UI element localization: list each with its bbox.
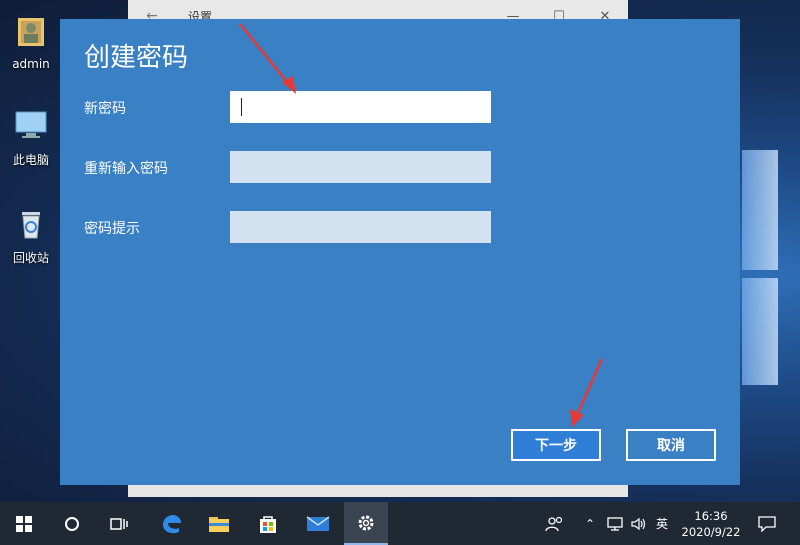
people-icon <box>545 516 563 531</box>
notification-icon <box>758 515 776 532</box>
annotation-arrow-icon <box>570 358 604 427</box>
settings-gear-icon <box>358 515 374 530</box>
desktop-icon-admin[interactable]: admin <box>0 12 62 71</box>
mail-taskbar-button[interactable] <box>296 502 340 545</box>
cancel-button[interactable]: 取消 <box>626 429 716 461</box>
people-button[interactable] <box>545 502 565 545</box>
confirm-password-row: 重新输入密码 <box>84 151 724 183</box>
desktop-icon-label: 回收站 <box>12 251 49 265</box>
store-taskbar-button[interactable] <box>246 502 290 545</box>
desktop-icon-label: admin <box>12 57 50 71</box>
notification-center-button[interactable] <box>758 502 776 545</box>
text-cursor <box>241 98 242 116</box>
settings-taskbar-button[interactable] <box>344 502 388 545</box>
new-password-label: 新密码 <box>84 101 126 117</box>
confirm-password-label: 重新输入密码 <box>84 161 168 177</box>
mail-icon <box>306 515 330 531</box>
speaker-icon <box>631 517 646 530</box>
system-clock[interactable]: 16:36 2020/9/22 <box>676 508 746 540</box>
clock-date: 2020/9/22 <box>681 525 741 539</box>
chevron-up-icon: ⌃ <box>585 516 596 531</box>
task-view-icon <box>110 517 128 530</box>
password-hint-row: 密码提示 <box>84 211 724 243</box>
confirm-password-input[interactable] <box>230 151 491 183</box>
create-password-dialog: 创建密码 新密码 重新输入密码 密码提示 下一步 取消 <box>60 19 740 485</box>
file-explorer-icon <box>209 516 229 532</box>
computer-icon <box>15 111 47 138</box>
network-icon <box>607 516 623 531</box>
desktop-icon-this-pc[interactable]: 此电脑 <box>0 106 62 168</box>
network-button[interactable] <box>606 502 624 545</box>
edge-icon <box>163 514 181 533</box>
wallpaper-logo <box>742 150 782 385</box>
dialog-title: 创建密码 <box>84 43 189 73</box>
start-button[interactable] <box>2 502 46 545</box>
search-button[interactable] <box>50 502 94 545</box>
annotation-arrow-icon <box>239 23 296 94</box>
volume-button[interactable] <box>630 502 648 545</box>
ime-indicator[interactable]: 英 <box>656 502 668 545</box>
password-hint-label: 密码提示 <box>84 221 140 237</box>
show-hidden-icons-button[interactable]: ⌃ <box>585 502 595 545</box>
store-icon <box>260 515 276 533</box>
search-circle-icon <box>65 516 79 531</box>
clock-time: 16:36 <box>694 509 728 523</box>
desktop-icon-recycle-bin[interactable]: 回收站 <box>0 204 62 266</box>
recycle-bin-icon <box>22 212 40 239</box>
file-explorer-taskbar-button[interactable] <box>197 502 241 545</box>
password-hint-input[interactable] <box>230 211 491 243</box>
task-view-button[interactable] <box>97 502 141 545</box>
new-password-row: 新密码 <box>84 91 724 123</box>
desktop-icon-label: 此电脑 <box>12 153 49 167</box>
taskbar: ⌃ 英 16:36 2020/9/22 <box>0 502 800 545</box>
windows-start-icon <box>16 515 32 532</box>
user-folder-icon <box>18 18 44 46</box>
edge-taskbar-button[interactable] <box>149 502 193 545</box>
